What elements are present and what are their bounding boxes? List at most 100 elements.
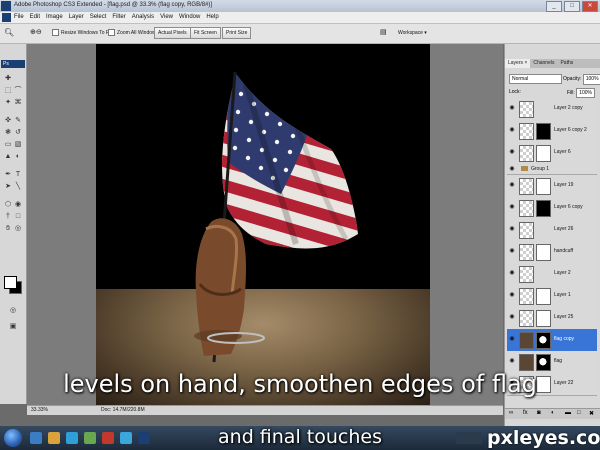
gradient-tool-icon[interactable]: ▧ (13, 140, 23, 149)
layer-mask-thumbnail[interactable] (536, 288, 551, 305)
hand-tool-icon[interactable]: ✋︎ (3, 224, 13, 233)
layer-row[interactable]: ◉ handcuff (507, 241, 597, 264)
layer-row[interactable]: ◉ Layer 2 (507, 263, 597, 286)
menu-filter[interactable]: Filter (112, 14, 125, 20)
notes-tool-icon[interactable]: □ (13, 212, 23, 221)
eye-icon[interactable]: ◉ (508, 181, 516, 189)
layer-thumbnail[interactable] (519, 266, 534, 283)
type-tool-icon[interactable]: T (13, 170, 23, 179)
quick-select-tool-icon[interactable]: ✦ (3, 98, 13, 107)
layer-thumbnail[interactable] (519, 332, 534, 349)
eye-icon[interactable]: ◉ (508, 335, 516, 343)
layer-mask-thumbnail[interactable] (536, 145, 551, 162)
add-mask-icon[interactable]: ◙ (537, 410, 541, 416)
layer-row[interactable]: ◉ Layer 6 (507, 142, 597, 165)
blur-tool-icon[interactable]: ▲ (3, 152, 13, 161)
layer-thumbnail[interactable] (519, 178, 534, 195)
layer-thumbnail[interactable] (519, 244, 534, 261)
menu-analysis[interactable]: Analysis (132, 14, 154, 20)
layer-mask-thumbnail[interactable] (536, 200, 551, 217)
resize-windows-option[interactable]: Resize Windows To Fit (52, 28, 111, 38)
tab-paths[interactable]: Paths (557, 59, 576, 68)
layer-row[interactable]: ◉ Layer 2 copy (507, 98, 597, 121)
close-button[interactable]: ✕ (582, 1, 598, 12)
pen-tool-icon[interactable]: ✒ (3, 170, 13, 179)
eye-icon[interactable]: ◉ (508, 126, 516, 134)
layer-mask-thumbnail[interactable] (536, 354, 551, 371)
eye-icon[interactable]: ◉ (508, 203, 516, 211)
menu-edit[interactable]: Edit (30, 14, 40, 20)
eye-icon[interactable]: ◉ (508, 225, 516, 233)
tab-channels[interactable]: Channels (530, 59, 557, 68)
zoom-tool-box-icon[interactable]: ◎ (13, 224, 23, 233)
layer-mask-thumbnail[interactable] (536, 178, 551, 195)
layer-thumbnail[interactable] (519, 145, 534, 162)
bridge-icon[interactable]: ▤ (380, 28, 387, 38)
marquee-tool-icon[interactable]: ⬚ (3, 86, 13, 95)
layer-thumbnail[interactable] (519, 288, 534, 305)
new-group-icon[interactable]: ▬ (565, 410, 571, 416)
eye-icon[interactable]: ◉ (508, 148, 516, 156)
eye-icon[interactable]: ◉ (508, 291, 516, 299)
eye-icon[interactable]: ◉ (508, 247, 516, 255)
fx-icon[interactable]: fx (523, 410, 528, 416)
new-layer-icon[interactable]: □ (577, 410, 581, 416)
dodge-tool-icon[interactable]: ◐ (13, 152, 23, 161)
zoom-all-option[interactable]: Zoom All Windows (108, 28, 158, 38)
link-layers-icon[interactable]: ∞ (509, 410, 513, 416)
history-brush-icon[interactable]: ↺ (13, 128, 23, 137)
maximize-button[interactable]: □ (564, 1, 580, 12)
layer-row[interactable]: ◉ Layer 6 copy (507, 197, 597, 220)
menu-layer[interactable]: Layer (69, 14, 84, 20)
eye-icon[interactable]: ◉ (508, 269, 516, 277)
layer-row[interactable]: ◉ Layer 26 (507, 219, 597, 242)
healing-brush-icon[interactable]: ✜ (3, 116, 13, 125)
menu-window[interactable]: Window (179, 14, 200, 20)
menu-select[interactable]: Select (90, 14, 107, 20)
layer-thumbnail[interactable] (519, 200, 534, 217)
eyedropper-tool-icon[interactable]: † (3, 212, 13, 221)
blend-mode-select[interactable]: Normal (509, 74, 562, 84)
brush-tool-icon[interactable]: ✎ (13, 116, 23, 125)
resize-windows-checkbox[interactable] (52, 29, 59, 37)
zoom-all-checkbox[interactable] (108, 29, 115, 37)
tab-layers[interactable]: Layers × (505, 59, 531, 68)
layer-thumbnail[interactable] (519, 310, 534, 327)
quick-mask-icon[interactable]: ◎ (8, 306, 18, 315)
3d-camera-icon[interactable]: ◉ (13, 200, 23, 209)
minimize-button[interactable]: _ (546, 1, 562, 12)
actual-pixels-button[interactable]: Actual Pixels (154, 27, 191, 39)
fit-screen-button[interactable]: Fit Screen (190, 27, 221, 39)
crop-tool-icon[interactable]: ⌘ (13, 98, 23, 107)
fill-input[interactable]: 100% (576, 88, 595, 98)
zoom-level[interactable]: 33.33% (31, 407, 48, 413)
layer-mask-thumbnail[interactable] (536, 123, 551, 140)
shape-tool-icon[interactable]: ╲ (13, 182, 23, 191)
clone-stamp-icon[interactable]: ❃ (3, 128, 13, 137)
layer-mask-thumbnail[interactable] (536, 332, 551, 349)
eye-icon[interactable]: ◉ (508, 357, 516, 365)
opacity-input[interactable]: 100% (582, 74, 600, 85)
zoom-tool-icon[interactable]: 🔍︎ (4, 28, 14, 38)
layer-mask-thumbnail[interactable] (536, 310, 551, 327)
menu-image[interactable]: Image (46, 14, 63, 20)
foreground-color-swatch[interactable] (4, 276, 17, 289)
ps-menu-icon[interactable] (2, 13, 11, 22)
trash-icon[interactable]: ✖ (589, 410, 594, 417)
eye-icon[interactable]: ◉ (508, 104, 516, 112)
layer-row[interactable]: ◉ flag copy (507, 329, 597, 352)
menu-file[interactable]: File (14, 14, 24, 20)
layer-mask-thumbnail[interactable] (536, 244, 551, 261)
layer-row[interactable]: ◉ Layer 19 (507, 175, 597, 198)
layer-thumbnail[interactable] (519, 123, 534, 140)
eye-icon[interactable]: ◉ (508, 165, 516, 173)
zoom-in-out-icon[interactable]: ⊕⊖ (30, 28, 42, 38)
layer-row[interactable]: ◉ Layer 25 (507, 307, 597, 330)
screen-mode-icon[interactable]: ▣ (8, 322, 18, 331)
document-canvas[interactable] (96, 44, 430, 405)
eye-icon[interactable]: ◉ (508, 313, 516, 321)
eraser-tool-icon[interactable]: ▭ (3, 140, 13, 149)
layer-thumbnail[interactable] (519, 222, 534, 239)
adjustment-icon[interactable]: ◐ (551, 410, 555, 416)
path-select-icon[interactable]: ➤ (3, 182, 13, 191)
